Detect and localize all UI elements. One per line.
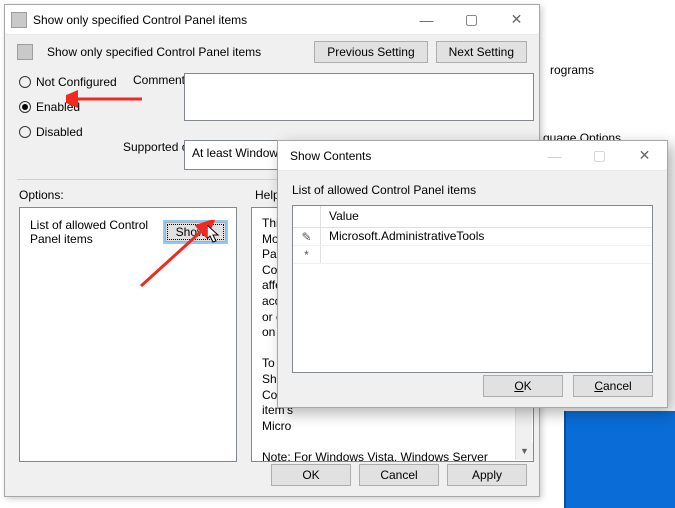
radio-not-configured[interactable]: Not Configured	[19, 69, 129, 94]
grid-header-value: Value	[321, 206, 652, 227]
window-title: Show only specified Control Panel items	[33, 13, 404, 27]
grid-cell-value[interactable]: Microsoft.AdministrativeTools	[321, 228, 652, 245]
modal-maximize-button[interactable]: ▢	[577, 141, 622, 170]
titlebar: Show only specified Control Panel items …	[5, 5, 539, 35]
radio-icon	[19, 101, 31, 113]
radio-label: Not Configured	[36, 75, 117, 89]
row-edit-icon: ✎	[293, 228, 321, 245]
close-button[interactable]: ✕	[494, 5, 539, 34]
radio-icon	[19, 126, 31, 138]
grid-cell-value[interactable]	[321, 246, 652, 263]
minimize-button[interactable]: —	[404, 5, 449, 34]
modal-minimize-button[interactable]: —	[532, 141, 577, 170]
modal-cancel-button[interactable]: Cancel	[573, 375, 653, 397]
radio-enabled[interactable]: Enabled	[19, 94, 129, 119]
radio-label: Disabled	[36, 125, 83, 139]
modal-list-label: List of allowed Control Panel items	[292, 183, 653, 197]
grid-header: Value	[293, 206, 652, 228]
show-contents-dialog: Show Contents — ▢ ✕ List of allowed Cont…	[277, 140, 668, 408]
radio-disabled[interactable]: Disabled	[19, 119, 129, 144]
options-panel: List of allowed Control Panel items Show…	[19, 207, 237, 462]
background-window	[564, 411, 675, 508]
radio-label: Enabled	[36, 100, 80, 114]
background-text-1: rograms	[550, 63, 594, 77]
value-grid[interactable]: Value ✎ Microsoft.AdministrativeTools *	[292, 205, 653, 373]
modal-ok-button[interactable]: OK	[483, 375, 563, 397]
comment-textarea[interactable]	[184, 73, 534, 121]
cursor-icon	[207, 225, 223, 245]
maximize-button[interactable]: ▢	[449, 5, 494, 34]
row-new-icon: *	[293, 246, 321, 263]
ok-button[interactable]: OK	[271, 464, 351, 486]
apply-button[interactable]: Apply	[447, 464, 527, 486]
policy-icon	[17, 44, 33, 60]
radio-icon	[19, 76, 31, 88]
options-row-label: List of allowed Control Panel items	[30, 218, 155, 246]
modal-titlebar: Show Contents — ▢ ✕	[278, 141, 667, 171]
state-radiogroup: Not Configured Enabled Disabled	[19, 69, 129, 144]
cancel-button[interactable]: Cancel	[359, 464, 439, 486]
previous-setting-button[interactable]: Previous Setting	[314, 41, 427, 63]
scroll-down-icon[interactable]: ▼	[516, 443, 533, 460]
dialog-buttons: OK Cancel Apply	[271, 464, 527, 486]
modal-title: Show Contents	[284, 149, 532, 163]
modal-close-button[interactable]: ✕	[622, 141, 667, 170]
modal-buttons: OK Cancel	[483, 375, 653, 397]
window-icon	[11, 12, 27, 28]
options-label: Options:	[19, 188, 64, 202]
comment-label: Comment:	[133, 73, 188, 87]
next-setting-button[interactable]: Next Setting	[436, 41, 527, 63]
grid-row[interactable]: ✎ Microsoft.AdministrativeTools	[293, 228, 652, 246]
policy-subtitle: Show only specified Control Panel items	[47, 45, 306, 59]
grid-row-new[interactable]: *	[293, 246, 652, 264]
